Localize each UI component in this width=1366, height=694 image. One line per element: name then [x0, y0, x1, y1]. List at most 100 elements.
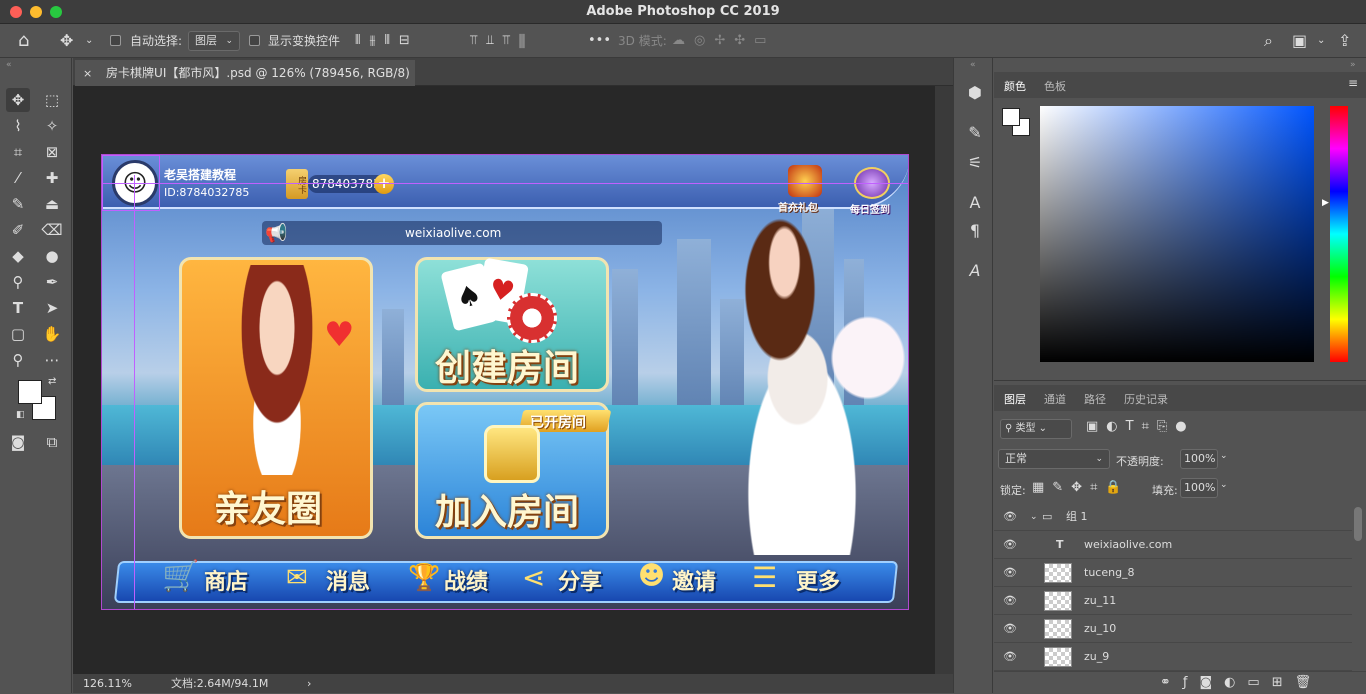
workspace-chevron-icon[interactable]: ⌄	[1317, 24, 1325, 58]
auto-select-checkbox[interactable]	[110, 35, 121, 46]
frame-tool-icon[interactable]: ⊠	[40, 140, 64, 164]
collapse-toolbox-icon[interactable]: «	[6, 60, 12, 70]
layer-row[interactable]: 👁 zu_9	[994, 643, 1352, 671]
more-options-button[interactable]: •••	[588, 24, 611, 58]
nav-shop[interactable]: 商店	[204, 566, 248, 600]
opacity-chevron-icon[interactable]: ⌄	[1220, 451, 1228, 461]
3d-panel-icon[interactable]: ⬢	[964, 82, 986, 104]
zoom-tool-icon[interactable]: ⚲	[6, 348, 30, 372]
close-window-button[interactable]	[10, 6, 22, 18]
screen-mode-icon[interactable]: ⧉	[40, 430, 64, 454]
tab-history[interactable]: 历史记录	[1124, 391, 1168, 407]
3d-mode-icons[interactable]: ☁◎✢✣▭	[672, 24, 775, 58]
search-icon[interactable]: ⌕	[1264, 24, 1273, 58]
glyphs-panel-icon[interactable]: A	[964, 260, 986, 282]
eraser-tool-icon[interactable]: ⌫	[40, 218, 64, 242]
expand-group-icon[interactable]: ⌄	[1030, 503, 1038, 531]
path-select-icon[interactable]: ➤	[40, 296, 64, 320]
minimize-window-button[interactable]	[30, 6, 42, 18]
invite-icon[interactable]: ☻	[638, 561, 665, 591]
zoom-level[interactable]: 126.11%	[83, 674, 132, 693]
stamp-tool-icon[interactable]: ⏏	[40, 192, 64, 216]
hand-tool-icon[interactable]: ✋	[40, 322, 64, 346]
move-tool-icon[interactable]: ✥	[60, 24, 73, 58]
layer-row[interactable]: 👁 zu_10	[994, 615, 1352, 643]
move-tool-icon[interactable]: ✥	[6, 88, 30, 112]
layer-filter-dropdown[interactable]: ⚲ 类型 ⌄	[1000, 419, 1072, 439]
close-tab-icon[interactable]: ×	[83, 67, 92, 80]
document-tab[interactable]: × 房卡棋牌UI【都市风】.psd @ 126% (789456, RGB/8)…	[75, 60, 415, 107]
nav-invite[interactable]: 邀请	[672, 566, 716, 600]
layer-filter-icons[interactable]: ▣◐T⌗⎘●	[1086, 419, 1195, 434]
tab-layers[interactable]: 图层	[1004, 391, 1026, 407]
dodge-tool-icon[interactable]: ⚲	[6, 270, 30, 294]
tab-color[interactable]: 颜色	[1004, 78, 1026, 94]
paragraph-panel-icon[interactable]: ¶	[964, 220, 986, 242]
character-panel-icon[interactable]: A	[964, 192, 986, 214]
zoom-window-button[interactable]	[50, 6, 62, 18]
layer-row[interactable]: 👁 tuceng_8	[994, 559, 1352, 587]
visibility-eye-icon[interactable]: 👁	[1002, 615, 1018, 643]
distribute-icons[interactable]: ⫪⫫⫪⫼	[470, 24, 534, 58]
eyedropper-icon[interactable]: ⁄	[6, 166, 30, 190]
rectangle-tool-icon[interactable]: ▢	[6, 322, 30, 346]
foreground-color-swatch[interactable]	[18, 380, 42, 404]
quick-mask-icon[interactable]: ◙	[6, 430, 30, 454]
tab-channels[interactable]: 通道	[1044, 391, 1066, 407]
more-list-icon[interactable]: ☰	[752, 561, 777, 594]
workspace-icon[interactable]: ▣	[1292, 24, 1307, 58]
hue-slider[interactable]	[1330, 106, 1348, 362]
magic-wand-icon[interactable]: ✧	[40, 114, 64, 138]
adjustments-icon[interactable]: ⚟	[964, 152, 986, 174]
nav-records[interactable]: 战绩	[444, 566, 488, 600]
visibility-eye-icon[interactable]: 👁	[1002, 587, 1018, 615]
color-field[interactable]	[1040, 106, 1314, 362]
fill-input[interactable]: 100%	[1180, 478, 1218, 498]
pen-tool-icon[interactable]: ✒	[40, 270, 64, 294]
default-colors-icon[interactable]: ◧	[16, 410, 25, 420]
layer-action-icons[interactable]: ⚭ƒ◙◐▭⊞🗑	[1160, 675, 1323, 690]
brush-tool-icon[interactable]: ✎	[6, 192, 30, 216]
more-tools-icon[interactable]: ⋯	[40, 348, 64, 372]
layers-scrollbar[interactable]	[1354, 507, 1362, 541]
lock-icons[interactable]: ▦✎✥⌗🔒	[1032, 480, 1130, 495]
visibility-eye-icon[interactable]: 👁	[1002, 531, 1018, 559]
nav-messages[interactable]: 消息	[326, 566, 370, 600]
history-brush-icon[interactable]: ✐	[6, 218, 30, 242]
opacity-input[interactable]: 100%	[1180, 449, 1218, 469]
message-icon[interactable]: ✉	[286, 563, 308, 593]
blend-mode-dropdown[interactable]: 正常 ⌄	[998, 449, 1110, 469]
artboard-image[interactable]: ☺ 老吴搭建教程 ID:8784032785 房卡 878403785 + 首充…	[101, 154, 909, 610]
gift-icon[interactable]	[788, 165, 822, 197]
show-transform-checkbox[interactable]	[249, 35, 260, 46]
collapse-panels-icon[interactable]: «	[970, 60, 976, 70]
hue-slider-handle-icon[interactable]: ▶	[1322, 198, 1329, 208]
layer-row[interactable]: 👁 zu_11	[994, 587, 1352, 615]
visibility-eye-icon[interactable]: 👁	[1002, 643, 1018, 671]
add-cards-button[interactable]: +	[374, 174, 394, 194]
panel-menu-icon[interactable]: ≡	[1348, 76, 1358, 90]
layer-row-group[interactable]: 👁 ⌄ ▭ 组 1	[994, 503, 1352, 531]
tab-paths[interactable]: 路径	[1084, 391, 1106, 407]
blur-tool-icon[interactable]: ●	[40, 244, 64, 268]
brush-settings-icon[interactable]: ✎	[964, 122, 986, 144]
swap-colors-icon[interactable]: ⇄	[48, 376, 56, 387]
fill-chevron-icon[interactable]: ⌄	[1220, 480, 1228, 490]
shop-icon[interactable]: 🛒	[162, 559, 199, 594]
paint-bucket-icon[interactable]: ◆	[6, 244, 30, 268]
crop-tool-icon[interactable]: ⌗	[6, 140, 30, 164]
home-icon[interactable]: ⌂	[18, 24, 29, 58]
chevron-down-icon[interactable]: ⌄	[85, 24, 93, 58]
type-tool-icon[interactable]: T	[6, 296, 30, 320]
tab-swatches[interactable]: 色板	[1044, 78, 1066, 94]
visibility-eye-icon[interactable]: 👁	[1002, 559, 1018, 587]
marquee-tool-icon[interactable]: ⬚	[40, 88, 64, 112]
auto-select-dropdown[interactable]: 图层 ⌄	[188, 31, 240, 51]
trophy-icon[interactable]: 🏆	[408, 563, 440, 593]
foreground-color-swatch[interactable]	[1002, 108, 1020, 126]
visibility-eye-icon[interactable]: 👁	[1002, 503, 1018, 531]
nav-more[interactable]: 更多	[796, 566, 840, 600]
status-menu-chevron-icon[interactable]: ›	[307, 674, 311, 693]
nav-share[interactable]: 分享	[558, 566, 602, 600]
share-icon[interactable]: ⇪	[1338, 24, 1351, 58]
